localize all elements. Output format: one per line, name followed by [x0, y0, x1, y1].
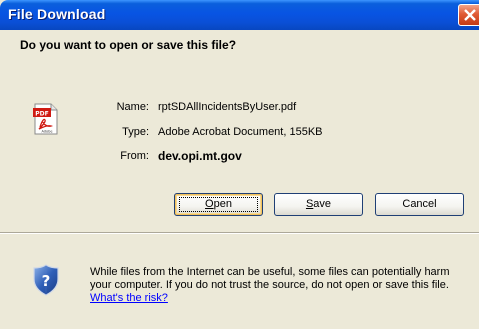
security-warning: While files from the Internet can be use…: [90, 266, 472, 305]
cancel-button[interactable]: Cancel: [375, 193, 464, 216]
name-label: Name:: [116, 101, 149, 113]
focus-rectangle: [179, 197, 258, 212]
svg-text:?: ?: [42, 272, 51, 290]
close-icon: [464, 9, 476, 21]
file-source-value: dev.opi.mt.gov: [158, 149, 242, 163]
window-title: File Download: [8, 6, 106, 22]
close-button[interactable]: [458, 4, 479, 26]
save-label: ave: [313, 198, 332, 210]
type-label: Type:: [122, 126, 149, 138]
whats-the-risk-link[interactable]: What's the risk?: [90, 292, 168, 304]
file-type-value: Adobe Acrobat Document, 155KB: [158, 126, 323, 138]
file-download-dialog: File Download Do you want to open or sav…: [0, 0, 479, 329]
divider-highlight: [0, 233, 479, 234]
dialog-question: Do you want to open or save this file?: [20, 38, 237, 52]
save-button[interactable]: Save: [274, 193, 363, 216]
pdf-file-icon: PDF Adobe: [32, 103, 60, 135]
file-name-value: rptSDAllIncidentsByUser.pdf: [158, 101, 297, 113]
svg-text:Adobe: Adobe: [41, 130, 52, 134]
warning-text: While files from the Internet can be use…: [90, 266, 450, 291]
title-bar[interactable]: File Download: [0, 0, 479, 30]
from-label: From:: [120, 150, 149, 162]
shield-question-icon: ?: [32, 264, 60, 296]
svg-text:PDF: PDF: [35, 111, 48, 118]
open-button[interactable]: Open: [174, 193, 263, 216]
